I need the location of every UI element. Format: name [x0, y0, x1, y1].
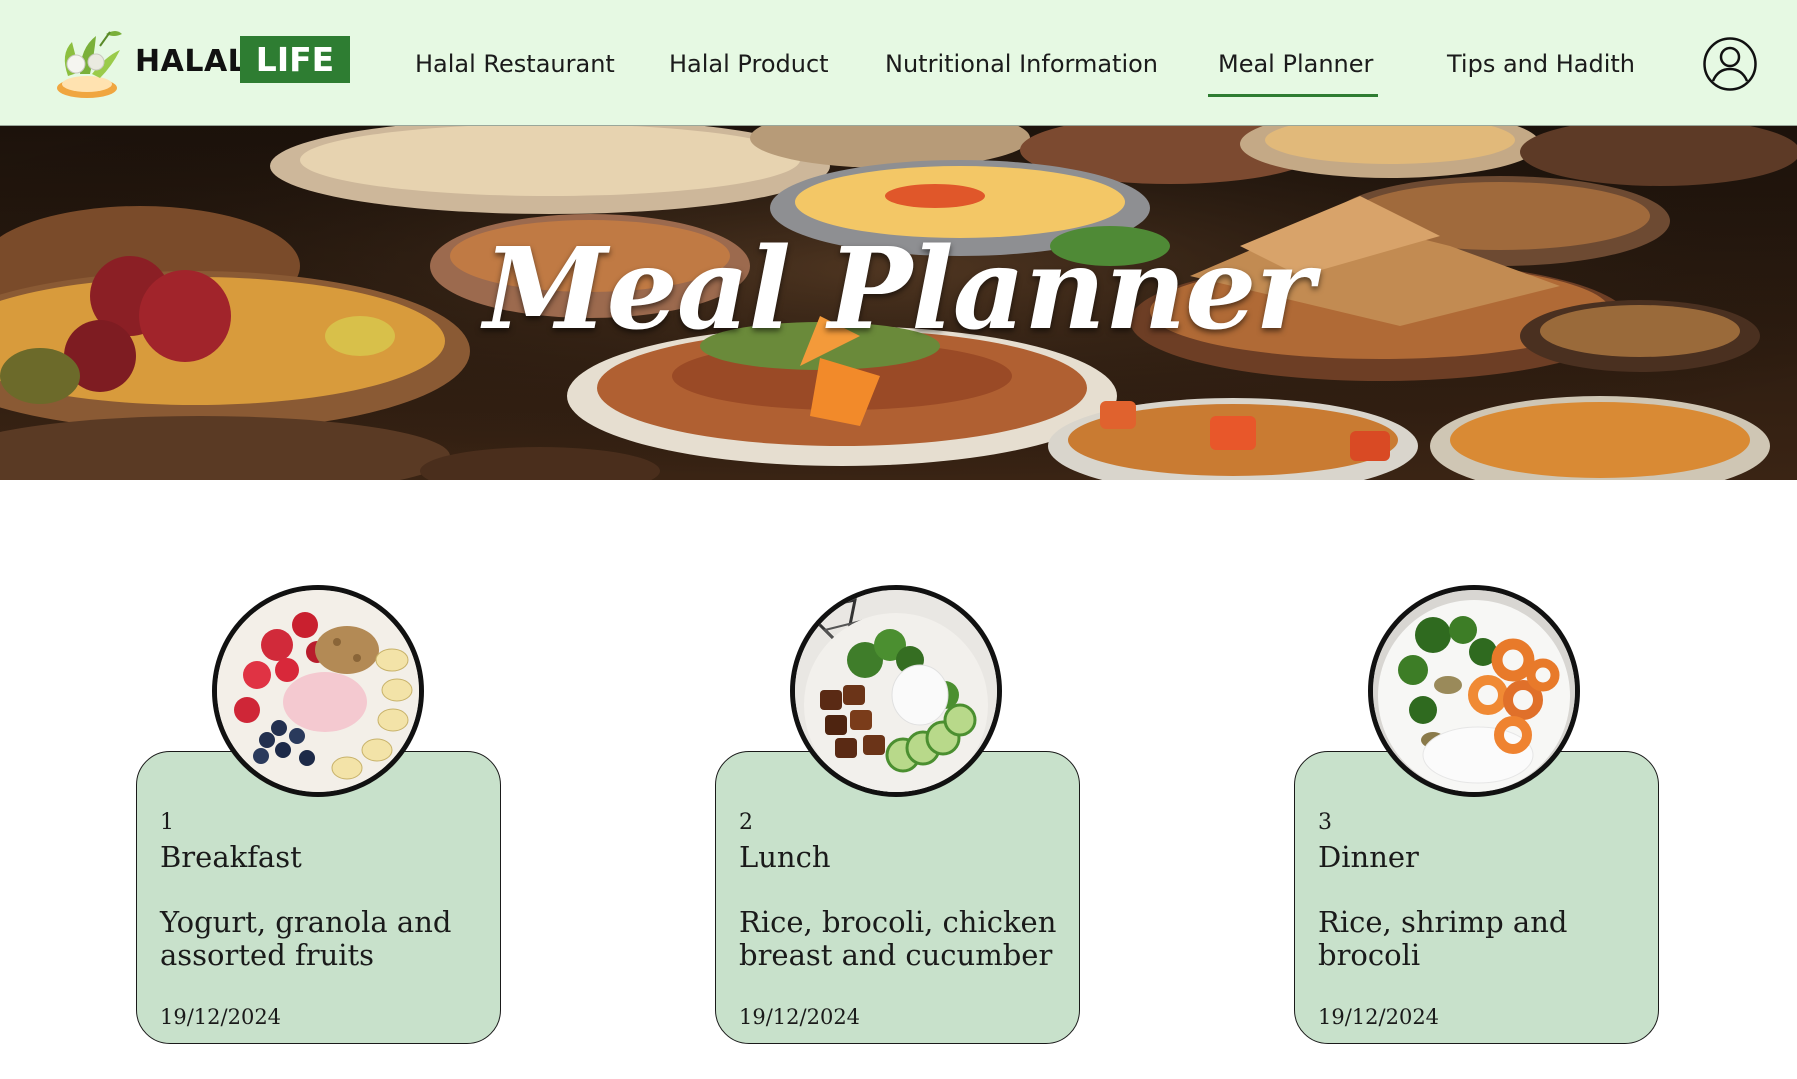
halal-life-logo-icon — [57, 31, 122, 98]
nav-tips-and-hadith[interactable]: Tips and Hadith — [1447, 50, 1635, 78]
shrimp-rice-bowl-photo — [1368, 585, 1580, 797]
meal-type: Breakfast — [160, 840, 302, 874]
nav-halal-product[interactable]: Halal Product — [669, 50, 829, 78]
meal-number: 1 — [160, 810, 174, 835]
page-title: Meal Planner — [483, 224, 1315, 355]
meal-type: Lunch — [739, 840, 831, 874]
logo-text-life: LIFE — [240, 36, 350, 83]
chicken-rice-bowl-photo — [790, 585, 1002, 797]
yogurt-bowl-photo — [212, 585, 424, 797]
meal-description: Rice, shrimp and brocoli — [1318, 905, 1568, 973]
nav-halal-restaurant[interactable]: Halal Restaurant — [415, 50, 615, 78]
meal-date: 19/12/2024 — [1318, 1005, 1440, 1029]
meal-type: Dinner — [1318, 840, 1419, 874]
meal-date: 19/12/2024 — [739, 1005, 861, 1029]
site-logo[interactable]: HALAL LIFE — [50, 24, 355, 104]
nav-active-indicator — [1208, 94, 1378, 97]
meal-description: Rice, brocoli, chicken breast and cucumb… — [739, 905, 1057, 973]
logo-text-halal: HALAL — [135, 44, 248, 79]
meal-number: 3 — [1318, 810, 1332, 835]
meal-date: 19/12/2024 — [160, 1005, 282, 1029]
meal-description: Yogurt, granola and assorted fruits — [160, 905, 452, 973]
meal-number: 2 — [739, 810, 753, 835]
nav-nutritional-information[interactable]: Nutritional Information — [885, 50, 1158, 78]
top-navigation-bar: HALAL LIFE Halal Restaurant Halal Produc… — [0, 0, 1797, 126]
nav-meal-planner[interactable]: Meal Planner — [1218, 50, 1373, 78]
hero-banner: Meal Planner — [0, 126, 1797, 480]
user-circle-icon[interactable] — [1702, 36, 1758, 92]
